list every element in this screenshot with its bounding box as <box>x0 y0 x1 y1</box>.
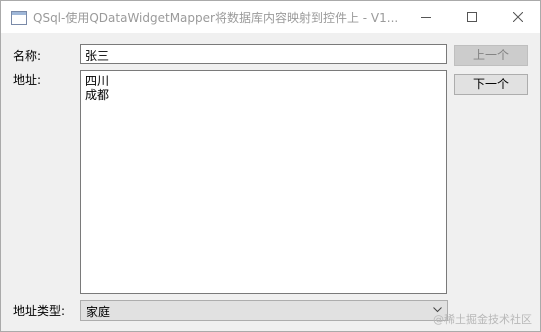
address-type-value: 家庭 <box>86 305 111 319</box>
address-line-2: 成都 <box>85 88 110 102</box>
close-icon <box>513 12 523 22</box>
watermark: @稀土掘金技术社区 <box>433 313 532 326</box>
minimize-icon <box>421 17 431 18</box>
close-button[interactable] <box>495 1 541 33</box>
address-type-label: 地址类型: <box>13 304 66 318</box>
name-label: 名称: <box>13 49 42 63</box>
maximize-icon <box>467 12 477 22</box>
address-label: 地址: <box>13 73 42 87</box>
app-window-icon <box>11 10 27 25</box>
main-window: QSql-使用QDataWidgetMapper将数据库内容映射到控件上 - V… <box>0 0 541 332</box>
maximize-button[interactable] <box>449 1 495 33</box>
address-type-combobox[interactable]: 家庭 <box>80 300 448 321</box>
address-textarea[interactable]: 四川 成都 <box>80 70 447 294</box>
title-bar[interactable]: QSql-使用QDataWidgetMapper将数据库内容映射到控件上 - V… <box>1 1 540 33</box>
next-button[interactable]: 下一个 <box>454 74 528 95</box>
minimize-button[interactable] <box>403 1 449 33</box>
address-line-1: 四川 <box>85 74 110 88</box>
window-title: QSql-使用QDataWidgetMapper将数据库内容映射到控件上 - V… <box>33 11 399 25</box>
name-field[interactable]: 张三 <box>80 44 447 64</box>
prev-button[interactable]: 上一个 <box>454 45 528 66</box>
